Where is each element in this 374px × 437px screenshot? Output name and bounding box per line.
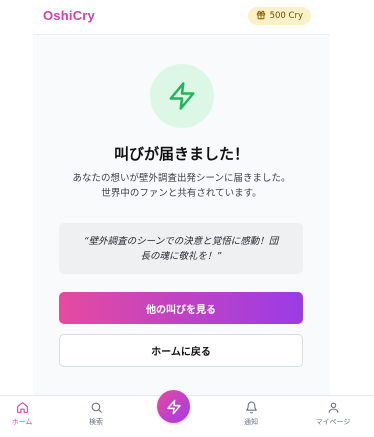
- nav-item-mypage[interactable]: マイページ: [311, 401, 355, 433]
- bell-icon: [245, 401, 257, 414]
- cry-quote-box: “壁外調査のシーンでの決意と覚悟に感動！団 長の魂に敬礼を！”: [59, 223, 303, 274]
- nav-cry-button[interactable]: [157, 390, 190, 423]
- nav-item-search[interactable]: 検索: [76, 401, 116, 433]
- home-icon: [16, 402, 28, 413]
- cry-quote-line: 長の魂に敬礼を！”: [140, 250, 222, 262]
- success-title: 叫びが届きました！: [113, 145, 249, 163]
- nav-label-mypage: マイページ: [315, 418, 351, 426]
- nav-item-home[interactable]: ホーム: [2, 401, 42, 433]
- lightning-icon: [166, 399, 181, 414]
- cry-quote-text: “壁外調査のシーンでの決意と覚悟に感動！団 長の魂に敬礼を！”: [84, 234, 278, 264]
- user-icon: [328, 402, 338, 413]
- success-panel: 叫びが届きました！ あなたの想いが壁外調査出発シーンに届きました。 世界中のファ…: [33, 34, 330, 395]
- gift-icon: [256, 10, 266, 23]
- nav-label-home: ホーム: [11, 418, 33, 426]
- success-icon-circle: [150, 64, 214, 128]
- coin-balance-badge[interactable]: 500 Cry: [247, 7, 311, 25]
- back-home-button[interactable]: ホームに戻る: [59, 334, 303, 367]
- success-description: あなたの想いが壁外調査出発シーンに届きました。 世界中のファンと共有されています…: [33, 171, 330, 201]
- coin-balance-label: 500 Cry: [269, 11, 303, 21]
- app-logo[interactable]: OshiCry: [43, 8, 95, 23]
- nav-label-search: 検索: [89, 418, 103, 426]
- app-header: OshiCry 500 Cry: [0, 0, 374, 34]
- search-icon: [91, 402, 102, 413]
- bottom-nav: ホーム 検索 通知 マイページ: [0, 390, 374, 437]
- success-description-line: あなたの想いが壁外調査出発シーンに届きました。: [72, 173, 291, 184]
- nav-item-notifications[interactable]: 通知: [231, 401, 271, 433]
- success-description-line: 世界中のファンと共有されています。: [101, 188, 262, 199]
- cry-quote-line: “壁外調査のシーンでの決意と覚悟に感動！団: [83, 235, 279, 247]
- see-other-cries-button[interactable]: 他の叫びを見る: [59, 292, 303, 324]
- lightning-icon: [169, 82, 195, 110]
- nav-label-notifications: 通知: [244, 418, 258, 426]
